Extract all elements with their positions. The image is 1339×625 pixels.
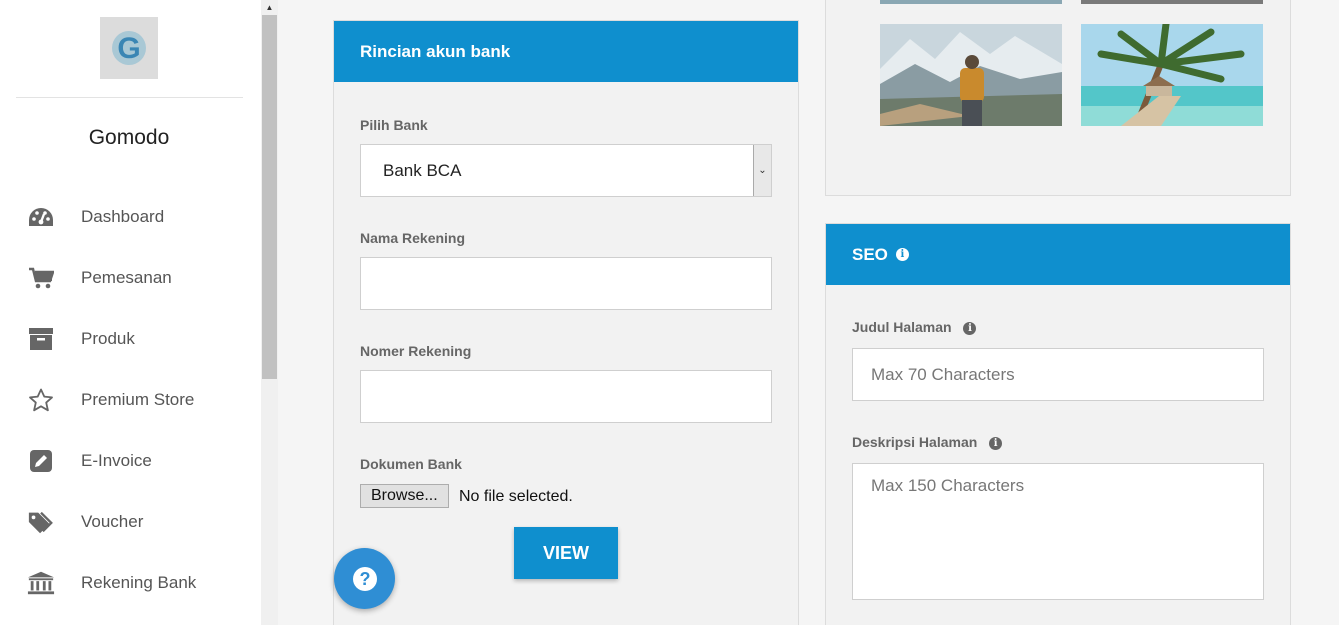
browse-file-button[interactable]: Browse... xyxy=(360,484,449,508)
seo-panel-header: SEO i xyxy=(826,224,1290,285)
tags-icon xyxy=(27,508,55,536)
sidebar-item-label: Pemesanan xyxy=(81,268,172,287)
sidebar-item-premium-store[interactable]: Premium Store xyxy=(0,378,258,422)
sidebar-item-label: Produk xyxy=(81,329,135,348)
sidebar-item-label: Voucher xyxy=(81,512,144,531)
bank-select-label: Pilih Bank xyxy=(360,117,428,133)
info-icon[interactable]: i xyxy=(895,248,909,261)
sidebar-item-dashboard[interactable]: Dashboard xyxy=(0,195,258,239)
dashboard-icon xyxy=(27,203,55,231)
account-name-input[interactable] xyxy=(360,257,772,310)
gallery-thumb-top-1[interactable] xyxy=(880,0,1062,4)
seo-panel: SEO i Judul Halaman i Deskripsi Halaman … xyxy=(825,223,1291,625)
page-title-label: Judul Halaman i xyxy=(852,319,977,335)
svg-text:?: ? xyxy=(359,569,370,589)
scroll-thumb[interactable] xyxy=(262,15,277,379)
chevron-down-icon[interactable]: ⌄ xyxy=(753,145,771,196)
seo-panel-title: SEO xyxy=(852,244,888,264)
box-icon xyxy=(27,325,55,353)
page-title-label-text: Judul Halaman xyxy=(852,319,952,335)
svg-text:G: G xyxy=(117,32,140,65)
bank-select-value: Bank BCA xyxy=(383,160,462,180)
brand-name: Gomodo xyxy=(88,126,170,149)
logo-g-icon: G xyxy=(112,31,146,65)
sidebar-item-produk[interactable]: Produk xyxy=(0,317,258,361)
help-button[interactable]: ? xyxy=(334,548,395,609)
page-description-label: Deskripsi Halaman i xyxy=(852,434,1003,450)
bank-icon xyxy=(27,569,55,597)
page-description-label-text: Deskripsi Halaman xyxy=(852,434,978,450)
edit-icon xyxy=(27,447,55,475)
question-icon: ? xyxy=(352,566,377,591)
cart-icon xyxy=(27,264,55,292)
sidebar-item-rekening-bank[interactable]: Rekening Bank xyxy=(0,561,258,605)
gallery-image-mountain-hiker[interactable] xyxy=(880,24,1062,126)
gallery-image-beach-palm[interactable] xyxy=(1081,24,1263,126)
page-title-input[interactable] xyxy=(852,348,1264,401)
info-icon[interactable]: i xyxy=(963,321,977,335)
sidebar-item-label: Rekening Bank xyxy=(81,573,197,592)
sidebar-item-label: Premium Store xyxy=(81,390,195,409)
bank-document-label: Dokumen Bank xyxy=(360,456,462,472)
file-status-text: No file selected. xyxy=(459,488,573,505)
info-icon[interactable]: i xyxy=(989,436,1003,450)
account-number-input[interactable] xyxy=(360,370,772,423)
logo-divider xyxy=(16,97,243,98)
sidebar: G Gomodo Dashboard Pemesanan Produk Prem… xyxy=(0,0,261,625)
page-description-textarea[interactable] xyxy=(852,463,1264,600)
gallery-thumb-top-2[interactable] xyxy=(1081,0,1263,4)
sidebar-item-e-invoice[interactable]: E-Invoice xyxy=(0,439,258,483)
sidebar-item-voucher[interactable]: Voucher xyxy=(0,500,258,544)
sidebar-item-label: Dashboard xyxy=(81,207,165,226)
bank-details-panel: Rincian akun bank Pilih Bank Bank BCA ⌄ … xyxy=(333,20,799,625)
gomodo-logo[interactable]: G xyxy=(100,17,158,79)
bank-select[interactable]: Bank BCA ⌄ xyxy=(360,144,772,197)
star-icon xyxy=(27,386,55,414)
account-number-label: Nomer Rekening xyxy=(360,343,472,359)
sidebar-scrollbar[interactable]: ▲ xyxy=(261,0,278,625)
view-button[interactable]: VIEW xyxy=(514,527,618,579)
sidebar-item-pemesanan[interactable]: Pemesanan xyxy=(0,256,258,300)
bank-panel-title: Rincian akun bank xyxy=(334,21,798,82)
scroll-up-arrow-icon[interactable]: ▲ xyxy=(261,0,278,15)
account-name-label: Nama Rekening xyxy=(360,230,466,246)
sidebar-item-label: E-Invoice xyxy=(81,451,152,470)
gallery-panel xyxy=(825,0,1291,196)
